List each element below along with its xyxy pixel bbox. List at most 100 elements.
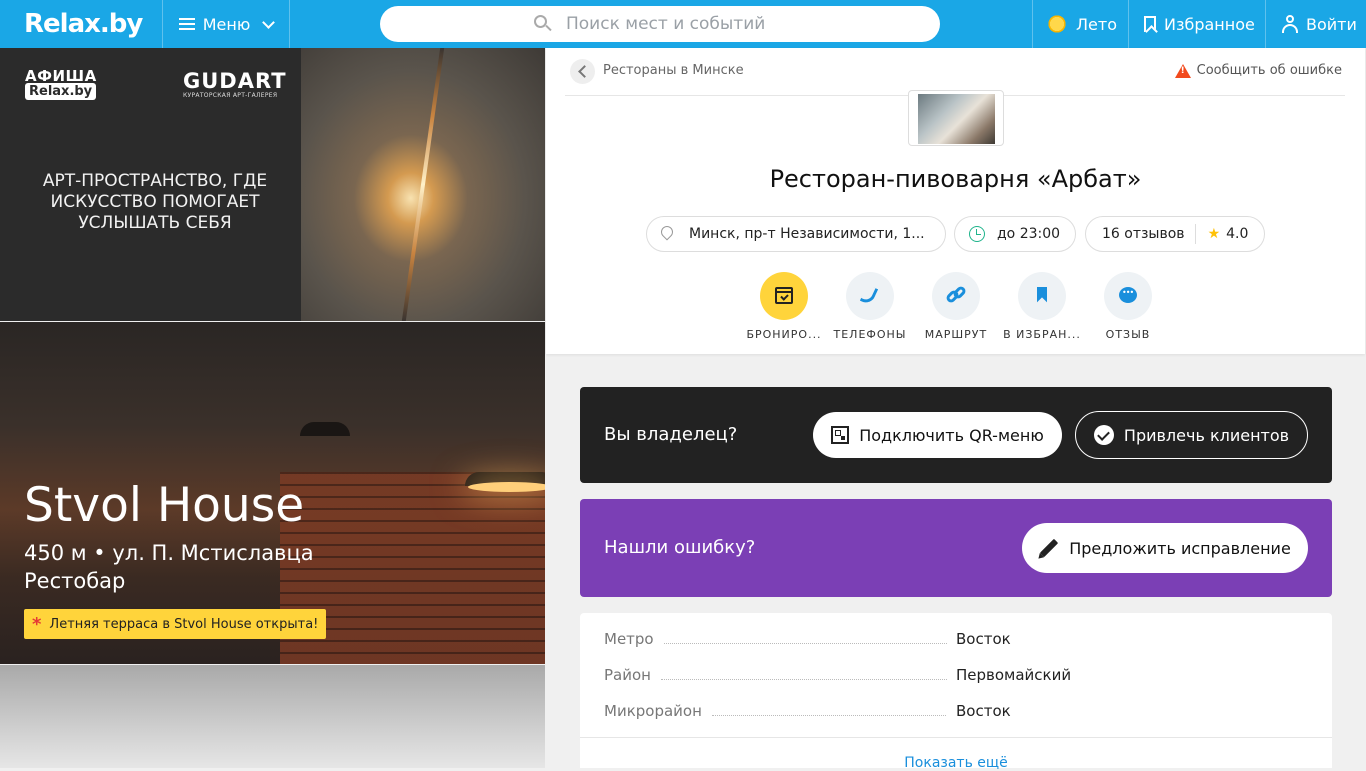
dotted-leader bbox=[660, 679, 947, 680]
chip-divider bbox=[1194, 224, 1196, 244]
breadcrumb[interactable]: Рестораны в Минске bbox=[603, 63, 744, 78]
phones-label: ТЕЛЕФОНЫ bbox=[833, 328, 907, 341]
ad-image-crack bbox=[401, 48, 445, 321]
reviews-chip[interactable]: 16 отзывов ★ 4.0 bbox=[1085, 216, 1265, 252]
search-input[interactable] bbox=[566, 14, 786, 34]
report-error-link[interactable]: Сообщить об ошибке bbox=[1174, 63, 1342, 78]
menu-button[interactable]: Меню bbox=[163, 0, 289, 48]
add-to-favorites-button[interactable]: В ИЗБРАН... bbox=[999, 272, 1085, 341]
ad-hands-image bbox=[301, 48, 545, 321]
rating-value: 4.0 bbox=[1226, 226, 1249, 242]
info-key: Метро bbox=[604, 630, 654, 648]
back-arrow-icon[interactable] bbox=[570, 59, 595, 84]
phones-circle bbox=[846, 272, 894, 320]
chat-icon bbox=[1119, 287, 1137, 303]
ad-category: Рестобар bbox=[24, 569, 126, 593]
reviews-count: 16 отзывов bbox=[1102, 226, 1185, 242]
attract-clients-button[interactable]: Привлечь клиентов bbox=[1075, 411, 1308, 459]
info-value: Первомайский bbox=[956, 666, 1072, 684]
page-title: Ресторан-пивоварня «Арбат» bbox=[769, 165, 1142, 193]
qr-code-icon bbox=[831, 426, 850, 444]
hamburger-icon bbox=[178, 18, 195, 30]
review-label: ОТЗЫВ bbox=[1105, 328, 1151, 341]
attract-clients-label: Привлечь клиентов bbox=[1123, 425, 1290, 445]
phone-icon bbox=[859, 284, 879, 306]
found-mistake-banner: Нашли ошибку? Предложить исправление bbox=[580, 499, 1332, 597]
top-header: Relax.by Меню Лето Избранное Войти bbox=[0, 0, 1366, 48]
season-button[interactable]: Лето bbox=[1046, 0, 1117, 48]
clock-icon bbox=[969, 226, 985, 242]
ad-banner-third[interactable] bbox=[0, 665, 545, 768]
sun-icon bbox=[1046, 13, 1068, 35]
user-icon bbox=[1282, 15, 1298, 33]
ad-subtitle: 450 м • ул. П. Мстиславца bbox=[24, 541, 314, 565]
info-key: Микрорайон bbox=[604, 702, 702, 720]
warning-icon bbox=[1174, 63, 1191, 78]
header-divider bbox=[1265, 0, 1266, 48]
ad-banner-gudart[interactable]: АФИША Relax.by GUDART КУРАТОРСКАЯ АРТ-ГА… bbox=[0, 48, 545, 321]
asterisk-icon: * bbox=[32, 613, 42, 635]
gudart-subtitle: КУРАТОРСКАЯ АРТ-ГАЛЕРЕЯ bbox=[183, 92, 278, 99]
info-row-metro: Метро Восток bbox=[604, 630, 1308, 650]
hours-text: до 23:00 bbox=[997, 226, 1061, 242]
header-divider bbox=[1128, 0, 1129, 48]
add-to-favorites-label: В ИЗБРАН... bbox=[1003, 328, 1081, 341]
login-label: Войти bbox=[1306, 14, 1357, 34]
info-value: Восток bbox=[956, 702, 1011, 720]
address-chip[interactable]: Минск, пр-т Независимости, 1... bbox=[646, 216, 946, 252]
search-bar[interactable] bbox=[380, 6, 940, 42]
ad-banner-stvol-house[interactable]: Stvol House 450 м • ул. П. Мстиславца Ре… bbox=[0, 322, 545, 664]
afisha-logo-badge: Relax.by bbox=[25, 83, 97, 100]
review-circle bbox=[1104, 272, 1152, 320]
route-circle bbox=[932, 272, 980, 320]
location-pin-icon bbox=[661, 226, 673, 242]
calendar-icon bbox=[775, 287, 793, 304]
suggest-fix-button[interactable]: Предложить исправление bbox=[1022, 523, 1308, 573]
favorites-button[interactable]: Избранное bbox=[1144, 0, 1255, 48]
header-divider bbox=[289, 0, 290, 48]
place-info: Метро Восток Район Первомайский Микрорай… bbox=[580, 613, 1332, 771]
ad-text: АРТ-ПРОСТРАНСТВО, ГДЕ ИСКУССТВО ПОМОГАЕТ… bbox=[42, 171, 268, 233]
lamp-image bbox=[300, 422, 350, 436]
owner-question: Вы владелец? bbox=[604, 424, 738, 445]
favorites-label: Избранное bbox=[1164, 14, 1255, 34]
divider bbox=[580, 737, 1332, 738]
favorites-circle bbox=[1018, 272, 1066, 320]
address-text: Минск, пр-т Независимости, 1... bbox=[689, 226, 925, 242]
qr-menu-button[interactable]: Подключить QR-меню bbox=[813, 412, 1062, 458]
place-photo-image bbox=[918, 94, 995, 144]
ad-title: Stvol House bbox=[24, 478, 305, 533]
login-button[interactable]: Войти bbox=[1282, 0, 1357, 48]
lamp-glow bbox=[468, 482, 545, 492]
place-photo[interactable] bbox=[908, 90, 1004, 146]
phones-button[interactable]: ТЕЛЕФОНЫ bbox=[827, 272, 913, 341]
season-label: Лето bbox=[1076, 14, 1117, 34]
suggest-fix-label: Предложить исправление bbox=[1069, 538, 1291, 558]
route-label: МАРШРУТ bbox=[924, 328, 988, 341]
gudart-logo: GUDART bbox=[183, 69, 287, 93]
bookmark-icon bbox=[1144, 16, 1156, 32]
owner-banner: Вы владелец? Подключить QR-меню Привлечь… bbox=[580, 387, 1332, 483]
review-button[interactable]: ОТЗЫВ bbox=[1085, 272, 1171, 341]
route-button[interactable]: МАРШРУТ bbox=[913, 272, 999, 341]
mistake-question: Нашли ошибку? bbox=[604, 537, 756, 558]
star-icon: ★ bbox=[1207, 226, 1221, 242]
info-value: Восток bbox=[956, 630, 1011, 648]
booking-circle bbox=[760, 272, 808, 320]
ad-badge: * Летняя терраса в Stvol House открыта! bbox=[24, 609, 327, 639]
chevron-down-icon bbox=[262, 15, 276, 29]
booking-label: БРОНИРО... bbox=[746, 328, 822, 341]
bookmark-icon bbox=[1037, 287, 1047, 303]
hours-chip[interactable]: до 23:00 bbox=[954, 216, 1076, 252]
show-more-link[interactable]: Показать ещё bbox=[580, 755, 1332, 771]
booking-button[interactable]: БРОНИРО... bbox=[741, 272, 827, 341]
qr-menu-label: Подключить QR-меню bbox=[859, 425, 1044, 445]
route-icon bbox=[944, 284, 968, 305]
site-logo[interactable]: Relax.by bbox=[24, 9, 143, 39]
ad-badge-text: Летняя терраса в Stvol House открыта! bbox=[49, 616, 319, 632]
info-key: Район bbox=[604, 666, 651, 684]
info-row-district: Район Первомайский bbox=[604, 666, 1308, 686]
info-row-microdistrict: Микрорайон Восток bbox=[604, 702, 1308, 722]
pencil-icon bbox=[1040, 538, 1059, 558]
dotted-leader bbox=[711, 715, 946, 716]
